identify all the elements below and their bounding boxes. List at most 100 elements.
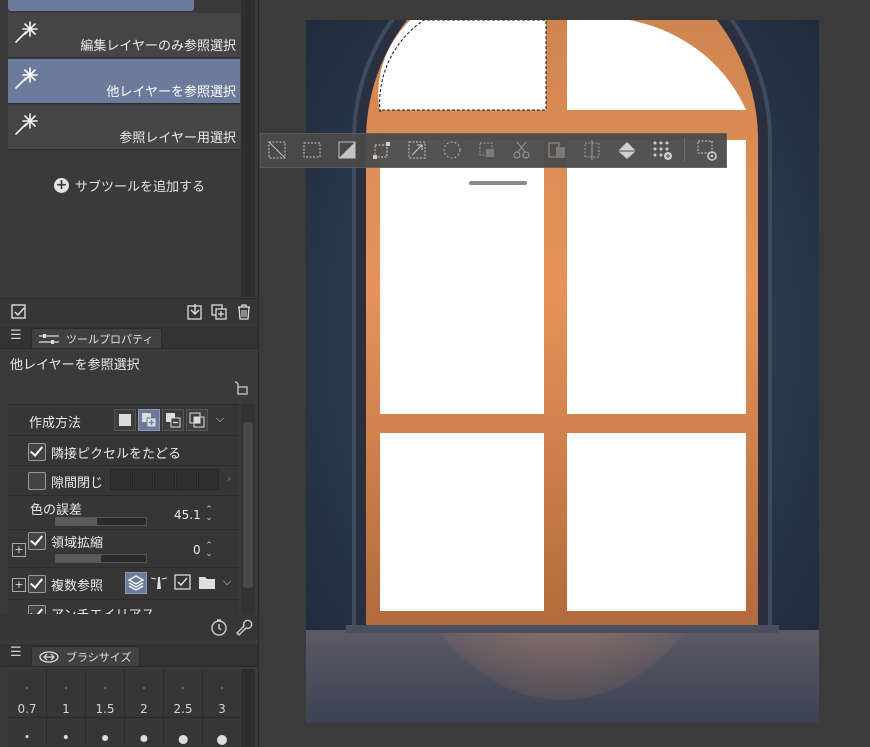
subtool-item-other-layer[interactable]: 他レイヤーを参照選択 (8, 59, 240, 104)
brush-size-preset[interactable] (125, 719, 164, 745)
color-margin-slider[interactable] (55, 517, 147, 526)
area-scaling-slider[interactable] (55, 554, 147, 563)
chevron-down-icon[interactable]: ⌵ (218, 572, 236, 592)
scroll-thumb[interactable] (243, 422, 253, 588)
slider-fill (56, 518, 97, 525)
expand-icon[interactable]: + (12, 578, 26, 592)
chevron-down-icon[interactable]: ⌵ (211, 409, 229, 429)
subtool-item-edit-layer-only[interactable]: 編集レイヤーのみ参照選択 (8, 13, 240, 58)
color-margin-label: 色の誤差 (30, 503, 83, 518)
divider (0, 666, 258, 667)
subtool-settings-icon[interactable] (10, 303, 28, 321)
square-icon (119, 414, 131, 426)
brush-size-preset[interactable]: 1 (47, 669, 86, 718)
antialias-label: アンチエイリアス (51, 604, 154, 614)
magic-wand-icon (15, 21, 38, 43)
gap-level-3[interactable] (154, 469, 175, 490)
fill-icon[interactable] (616, 139, 638, 161)
ref-selected-layer-button[interactable] (173, 572, 193, 592)
ref-all-layers-button[interactable] (125, 572, 147, 594)
ref-folder-button[interactable] (197, 572, 217, 592)
brush-dot (143, 687, 145, 689)
gap-level-4[interactable] (176, 469, 197, 490)
stepper-icon[interactable]: ⌃ ⌄ (204, 506, 214, 523)
cut-icon[interactable] (511, 139, 533, 161)
toolbar-drag-handle[interactable] (469, 181, 527, 185)
crop-icon[interactable] (581, 139, 603, 161)
tab-tool-property[interactable]: ツールプロパティ (31, 328, 163, 349)
wrench-icon[interactable] (233, 617, 253, 637)
canvas-illustration[interactable] (306, 20, 819, 723)
multi-ref-checkbox[interactable] (28, 575, 46, 593)
divider (0, 348, 258, 349)
area-scaling-value[interactable]: 0 (193, 543, 201, 557)
slider-fill (56, 555, 101, 562)
screentone-icon[interactable] (651, 139, 673, 161)
brush-size-preset[interactable] (8, 719, 47, 745)
panel-menu-icon[interactable]: ☰ (10, 645, 22, 660)
add-subtool-label: サブツールを追加する (75, 180, 206, 195)
subtool-bottom-bar (0, 298, 258, 325)
subtract-selection-button[interactable] (162, 409, 184, 431)
gap-level-2[interactable] (132, 469, 153, 490)
subtool-scrollbar[interactable] (241, 0, 255, 297)
brush-dot (182, 687, 184, 689)
unlock-icon[interactable] (234, 381, 248, 395)
antialias-row: アンチエイリアス (8, 601, 238, 614)
gap-level-5[interactable] (198, 469, 219, 490)
close-gap-checkbox[interactable] (28, 472, 46, 490)
invert-selection-icon[interactable] (336, 139, 358, 161)
add-subtool-button[interactable]: + サブツールを追加する (54, 176, 205, 195)
chevron-right-icon[interactable]: › (220, 469, 238, 489)
color-margin-value[interactable]: 45.1 (174, 508, 201, 522)
brush-size-preset[interactable]: 3 (203, 669, 242, 718)
scale-icon[interactable] (406, 139, 428, 161)
brush-size-preset[interactable]: 2.5 (164, 669, 203, 718)
brush-size-label: 1.5 (95, 702, 115, 716)
brush-size-preset[interactable]: 1.5 (86, 669, 125, 718)
trash-icon[interactable] (235, 303, 253, 321)
add-selection-button[interactable] (138, 409, 160, 431)
settings-icon[interactable] (696, 139, 718, 161)
shrink-selection-icon[interactable] (476, 139, 498, 161)
brush-size-preset[interactable]: 0.7 (8, 669, 47, 718)
property-scrollbar[interactable] (241, 404, 255, 614)
subtool-item-reference-layer[interactable]: 参照レイヤー用選択 (8, 105, 240, 150)
intersect-selection-button[interactable] (186, 409, 208, 431)
import-icon[interactable] (186, 303, 204, 321)
brush-size-preset[interactable] (86, 719, 125, 745)
tab-label: ツールプロパティ (66, 333, 154, 346)
area-scaling-checkbox[interactable] (28, 532, 46, 550)
select-all-icon[interactable] (301, 139, 323, 161)
intersect-selection-icon (189, 412, 205, 428)
tool-name: 他レイヤーを参照選択 (10, 358, 140, 373)
trace-adjacent-row: 隣接ピクセルをたどる (8, 437, 238, 466)
ref-layer-button[interactable] (149, 572, 169, 592)
brush-size-preset[interactable] (164, 719, 203, 745)
stepper-icon[interactable]: ⌃ ⌄ (204, 542, 214, 559)
trace-adjacent-checkbox[interactable] (28, 443, 46, 461)
brush-size-preset[interactable] (203, 719, 242, 745)
subtool-item-partial[interactable] (8, 0, 194, 11)
gap-level-1[interactable] (110, 469, 131, 490)
brush-size-preset[interactable]: 2 (125, 669, 164, 718)
copy-paste-icon[interactable] (546, 139, 568, 161)
expand-icon[interactable]: + (12, 543, 26, 557)
brush-scrollbar[interactable] (241, 669, 255, 747)
new-selection-button[interactable] (114, 409, 136, 431)
brush-dot (25, 735, 29, 738)
expand-selection-icon[interactable] (441, 139, 463, 161)
tab-brush-size[interactable]: ブラシサイズ (31, 646, 141, 667)
brush-size-preset[interactable] (47, 719, 86, 745)
reset-icon[interactable] (209, 617, 229, 637)
brush-dot (140, 735, 148, 743)
duplicate-icon[interactable] (210, 303, 228, 321)
subtool-label: 編集レイヤーのみ参照選択 (80, 39, 236, 54)
transform-icon[interactable] (371, 139, 393, 161)
brush-size-label: 2 (140, 702, 148, 716)
antialias-checkbox[interactable] (28, 605, 46, 614)
brush-dot (63, 735, 69, 740)
brush-dot (178, 735, 188, 744)
deselect-icon[interactable] (266, 139, 288, 161)
panel-menu-icon[interactable]: ☰ (10, 328, 22, 343)
